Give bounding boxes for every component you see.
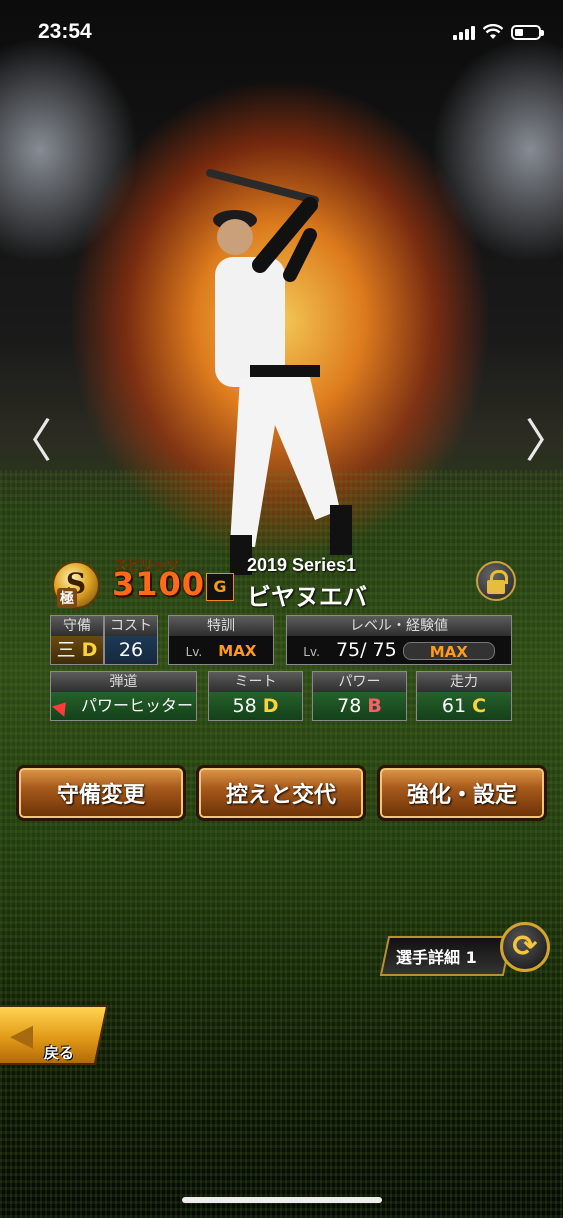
level-value: 75/ 75 bbox=[335, 639, 397, 661]
defense-header: 守備 bbox=[51, 616, 103, 636]
back-arrow-icon[interactable]: ◀ bbox=[10, 1018, 33, 1053]
power-value: 78 bbox=[337, 695, 362, 717]
back-label[interactable]: 戻る bbox=[44, 1042, 74, 1063]
speed-grade: C bbox=[472, 695, 487, 717]
player-image bbox=[206, 169, 352, 575]
battery-icon bbox=[511, 24, 544, 40]
player-detail-label[interactable]: 選手詳細 1 bbox=[396, 944, 477, 968]
cost-cell: コスト 26 bbox=[104, 615, 158, 665]
series-label: 2019 Series1 bbox=[247, 555, 357, 575]
level-value-row: Lv. 75/ 75 MAX bbox=[287, 636, 511, 664]
status-bar: 23:54 bbox=[0, 0, 563, 70]
speed-cell: 走力 61 C bbox=[416, 671, 512, 721]
exp-bar: MAX bbox=[402, 641, 495, 661]
defense-value: 三 D bbox=[51, 636, 103, 664]
meet-cell: ミート 58 D bbox=[208, 671, 303, 721]
meet-value: 58 bbox=[232, 695, 257, 717]
exp-value: MAX bbox=[429, 642, 468, 661]
trajectory-value: パワーヒッター bbox=[81, 696, 194, 715]
level-cell: レベル・経験値 Lv. 75/ 75 MAX bbox=[286, 615, 512, 665]
player-info-row: S 極 スピリッツ 3100 G 2019 Series1 ビヤヌエバ bbox=[52, 555, 522, 611]
meet-header: ミート bbox=[209, 672, 302, 692]
next-player-arrow[interactable]: 〉 bbox=[525, 405, 563, 471]
status-icons bbox=[453, 24, 544, 40]
wifi-icon bbox=[483, 24, 503, 39]
power-value-row: 78 B bbox=[313, 692, 406, 720]
cellular-signal-icon bbox=[453, 24, 475, 40]
meet-value-row: 58 D bbox=[209, 692, 302, 720]
power-grade: B bbox=[367, 695, 382, 717]
player-name: ビヤヌエバ bbox=[247, 583, 367, 611]
cost-value: 26 bbox=[105, 636, 157, 664]
level-lv-label: Lv. bbox=[303, 645, 320, 659]
trajectory-header: 弾道 bbox=[51, 672, 196, 692]
trajectory-value-row: パワーヒッター bbox=[51, 692, 196, 720]
speed-value: 61 bbox=[441, 695, 467, 717]
training-header: 特訓 bbox=[169, 616, 273, 636]
spirits-value: 3100 bbox=[112, 565, 206, 603]
training-value-row: Lv. MAX bbox=[169, 636, 273, 664]
lock-icon[interactable] bbox=[476, 561, 516, 601]
power-header: パワー bbox=[313, 672, 406, 692]
rarity-sub-label: 極 bbox=[57, 588, 77, 608]
enhance-settings-button[interactable]: 強化・設定 bbox=[377, 765, 547, 821]
power-cell: パワー 78 B bbox=[312, 671, 407, 721]
speed-header: 走力 bbox=[417, 672, 511, 692]
status-time: 23:54 bbox=[38, 20, 92, 43]
defense-grade: D bbox=[81, 639, 98, 661]
trajectory-arrow-icon bbox=[51, 696, 72, 717]
cycle-icon[interactable]: ⟳ bbox=[500, 922, 550, 972]
level-header: レベル・経験値 bbox=[287, 616, 511, 636]
home-indicator[interactable] bbox=[182, 1197, 382, 1203]
trajectory-cell: 弾道 パワーヒッター bbox=[50, 671, 197, 721]
speed-value-row: 61 C bbox=[417, 692, 511, 720]
training-lv-label: Lv. bbox=[185, 645, 203, 659]
defense-position: 三 bbox=[56, 639, 76, 661]
defense-cell: 守備 三 D bbox=[50, 615, 104, 665]
cost-header: コスト bbox=[105, 616, 157, 636]
training-cell: 特訓 Lv. MAX bbox=[168, 615, 274, 665]
swap-bench-button[interactable]: 控えと交代 bbox=[196, 765, 366, 821]
meet-grade: D bbox=[262, 695, 279, 717]
defense-change-button[interactable]: 守備変更 bbox=[16, 765, 186, 821]
giants-logo-icon: G bbox=[206, 573, 234, 601]
prev-player-arrow[interactable]: 〈 bbox=[6, 405, 52, 471]
training-value: MAX bbox=[218, 642, 257, 660]
